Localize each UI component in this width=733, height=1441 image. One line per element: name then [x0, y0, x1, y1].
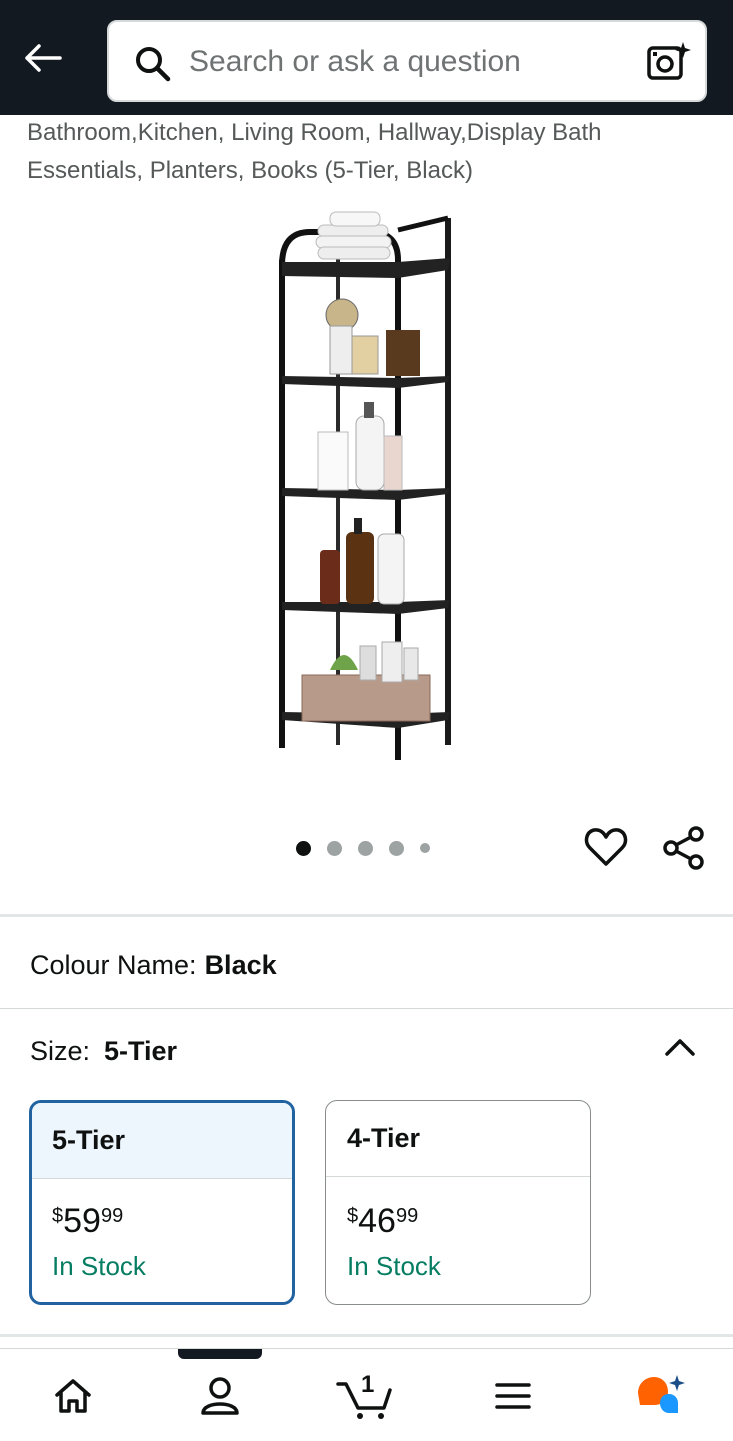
carousel-dot[interactable] — [327, 840, 342, 856]
share-icon[interactable] — [662, 826, 706, 870]
stock-status: In Stock — [52, 1251, 146, 1281]
size-option-name: 4-Tier — [326, 1101, 590, 1177]
price-currency: $ — [52, 1205, 64, 1227]
nav-menu[interactable] — [483, 1371, 543, 1421]
colour-value: Black — [204, 950, 277, 980]
active-tab-indicator — [178, 1349, 262, 1359]
nav-cart[interactable]: 1 — [333, 1371, 397, 1421]
size-option-name: 5-Tier — [32, 1103, 292, 1179]
size-value: 5-Tier — [104, 1036, 178, 1066]
rufus-ai-icon — [638, 1375, 685, 1413]
product-image[interactable] — [260, 200, 475, 770]
size-label: Size: — [30, 1036, 91, 1066]
search-bar[interactable] — [107, 20, 707, 102]
size-row[interactable]: Size: 5-Tier — [30, 1036, 177, 1067]
colour-row: Colour Name: Black — [30, 950, 277, 981]
section-divider — [0, 914, 733, 917]
bottom-nav-bar: 1 — [0, 1348, 733, 1441]
search-icon — [136, 47, 171, 82]
back-button[interactable] — [18, 36, 66, 80]
stock-status: In Stock — [347, 1251, 441, 1281]
home-icon — [55, 1379, 91, 1413]
size-option-card[interactable]: 4-Tier $46 99 In Stock — [325, 1100, 591, 1305]
search-input[interactable] — [187, 38, 631, 86]
heart-icon[interactable] — [584, 826, 628, 868]
image-carousel-dots — [296, 838, 430, 858]
cart-count-badge: 1 — [361, 1371, 375, 1398]
carousel-dot[interactable] — [389, 840, 404, 856]
nav-home[interactable] — [43, 1371, 103, 1421]
price-currency: $ — [347, 1205, 359, 1227]
nav-account[interactable] — [190, 1371, 250, 1421]
price-whole: 59 — [63, 1202, 101, 1240]
nav-rufus[interactable] — [630, 1371, 690, 1421]
size-option-price: $46 99 — [347, 1201, 418, 1241]
menu-icon — [495, 1383, 531, 1409]
price-fraction: 99 — [100, 1205, 124, 1227]
colour-label: Colour Name: — [30, 950, 197, 980]
price-fraction: 99 — [395, 1205, 419, 1227]
camera-sparkle-icon[interactable] — [645, 40, 693, 84]
chevron-up-icon[interactable] — [660, 1028, 700, 1064]
account-icon — [201, 1377, 239, 1415]
carousel-dot[interactable] — [358, 840, 373, 856]
price-whole: 46 — [358, 1202, 396, 1240]
product-title: Bathroom,Kitchen, Living Room, Hallway,D… — [27, 119, 602, 184]
section-divider — [0, 1334, 733, 1337]
back-arrow-icon — [25, 44, 62, 72]
size-option-card[interactable]: 5-Tier $59 99 In Stock — [29, 1100, 295, 1305]
carousel-dot[interactable] — [420, 843, 430, 853]
carousel-dot[interactable] — [296, 840, 311, 856]
top-header — [0, 0, 733, 115]
section-divider — [0, 1008, 733, 1009]
size-option-price: $59 99 — [52, 1201, 123, 1241]
